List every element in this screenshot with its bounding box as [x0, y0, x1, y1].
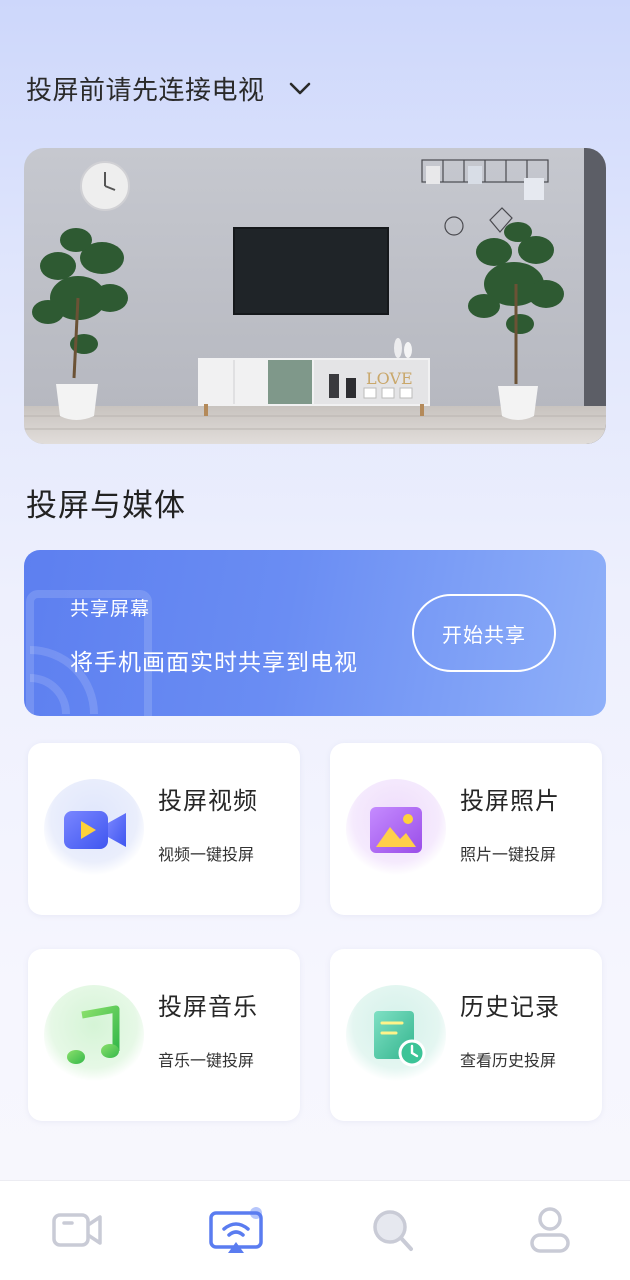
svg-text:LOVE: LOVE [366, 369, 413, 388]
cast-photo-subtitle: 照片一键投屏 [460, 845, 557, 864]
share-screen-description: 将手机画面实时共享到电视 [70, 650, 358, 676]
video-icon [52, 1213, 102, 1247]
nav-cast[interactable] [208, 1205, 264, 1255]
start-sharing-button[interactable]: 开始共享 [412, 594, 556, 672]
cast-music-card[interactable]: 投屏音乐 音乐一键投屏 [28, 949, 300, 1121]
history-card[interactable]: 历史记录 查看历史投屏 [330, 949, 602, 1121]
nav-video[interactable] [50, 1205, 106, 1255]
history-title: 历史记录 [460, 993, 560, 1021]
history-subtitle: 查看历史投屏 [460, 1051, 557, 1070]
cast-photo-card[interactable]: 投屏照片 照片一键投屏 [330, 743, 602, 915]
section-title: 投屏与媒体 [26, 488, 186, 524]
history-icon [374, 1011, 426, 1067]
cast-music-title: 投屏音乐 [158, 993, 258, 1021]
device-selector[interactable]: 投屏前请先连接电视 [26, 66, 313, 110]
cast-music-subtitle: 音乐一键投屏 [158, 1051, 255, 1070]
hero-banner-image: LOVE [24, 148, 606, 444]
bottom-nav [0, 1180, 630, 1280]
nav-profile[interactable] [524, 1205, 580, 1255]
share-screen-label: 共享屏幕 [70, 598, 151, 620]
cast-video-card[interactable]: 投屏视频 视频一键投屏 [28, 743, 300, 915]
cast-watermark-icon [26, 590, 152, 716]
search-icon [373, 1210, 413, 1251]
video-camera-icon [64, 811, 126, 849]
nav-search[interactable] [366, 1205, 422, 1255]
cast-photo-title: 投屏照片 [460, 787, 560, 815]
cast-video-title: 投屏视频 [158, 787, 258, 815]
chevron-down-icon [289, 82, 310, 95]
music-note-icon [67, 1005, 120, 1064]
photo-icon [370, 807, 422, 853]
cast-video-subtitle: 视频一键投屏 [158, 845, 255, 864]
wifi-cast-icon [209, 1207, 263, 1253]
device-selector-label: 投屏前请先连接电视 [26, 75, 265, 106]
user-icon [530, 1207, 570, 1253]
share-screen-card[interactable]: 共享屏幕 将手机画面实时共享到电视 开始共享 [24, 550, 606, 716]
